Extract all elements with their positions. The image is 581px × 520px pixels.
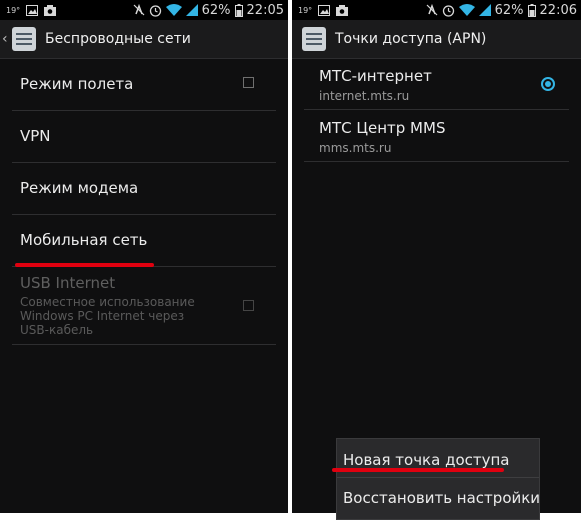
vibrate-mute-icon (133, 4, 145, 16)
temperature-text: 19° (298, 5, 313, 15)
apn-item-mts-mms[interactable]: МТС Центр MMS mms.mts.ru (304, 110, 569, 162)
menu-item-new-apn[interactable]: Новая точка доступа (343, 451, 510, 469)
signal-icon (185, 4, 198, 16)
settings-item-label: USB Internet (20, 274, 116, 292)
apn-selected-radio[interactable] (541, 77, 555, 91)
settings-item-summary: Совместное использование Windows PC Inte… (20, 295, 195, 337)
apn-item-mts-internet[interactable]: МТС-интернет internet.mts.ru (304, 58, 569, 110)
settings-item-vpn[interactable]: VPN (12, 111, 276, 163)
options-menu: Новая точка доступа Восстановить настрой… (336, 438, 540, 520)
settings-item-label: Режим полета (20, 75, 134, 93)
camera-notification-icon (44, 4, 57, 16)
settings-list: Режим полета VPN Режим модема Мобильная … (0, 58, 288, 345)
temperature-text: 19° (6, 5, 21, 15)
highlight-underline (15, 263, 154, 267)
status-bar: 19° 62% 22:05 (0, 0, 288, 20)
settings-item-mobile-network[interactable]: Мобильная сеть (12, 215, 276, 267)
settings-item-label: Мобильная сеть (20, 231, 148, 249)
battery-icon (527, 3, 536, 17)
vibrate-mute-icon (426, 4, 438, 16)
apn-address: mms.mts.ru (319, 141, 392, 155)
wireless-networks-screen: 19° 62% 22:05 ‹ Беспроводные сети Режим … (0, 0, 288, 513)
settings-item-tethering[interactable]: Режим модема (12, 163, 276, 215)
page-title: Беспроводные сети (45, 31, 191, 47)
status-bar: 19° 62% 22:06 (292, 0, 581, 20)
signal-icon (478, 4, 491, 16)
menu-item-reset-defaults[interactable]: Восстановить настройки (343, 489, 540, 507)
action-bar[interactable]: ‹ Беспроводные сети (0, 20, 288, 59)
menu-divider (337, 477, 539, 478)
back-chevron-icon[interactable]: ‹ (2, 31, 10, 47)
settings-item-label: VPN (20, 127, 51, 145)
battery-percent-text: 62% (201, 2, 231, 18)
apn-name: МТС Центр MMS (319, 119, 446, 137)
highlight-underline (332, 468, 504, 472)
battery-percent-text: 62% (494, 2, 524, 18)
settings-app-icon[interactable] (302, 27, 326, 51)
settings-item-airplane-mode[interactable]: Режим полета (12, 58, 276, 111)
alarm-icon (442, 4, 454, 17)
page-title: Точки доступа (APN) (335, 31, 487, 47)
wifi-icon (458, 4, 475, 16)
alarm-icon (149, 4, 161, 17)
apn-screen: 19° 62% 22:06 Точки доступа (APN) МТС-ин… (292, 0, 581, 513)
settings-item-label: Режим модема (20, 179, 139, 197)
apn-name: МТС-интернет (319, 67, 432, 85)
wifi-icon (165, 4, 182, 16)
apn-address: internet.mts.ru (319, 89, 410, 103)
clock-text: 22:05 (246, 2, 284, 18)
camera-notification-icon (336, 4, 349, 16)
airplane-mode-checkbox[interactable] (243, 77, 254, 88)
usb-internet-checkbox (243, 300, 254, 311)
image-notification-icon (26, 4, 39, 16)
settings-app-icon[interactable] (12, 27, 36, 51)
clock-text: 22:06 (539, 2, 577, 18)
battery-icon (234, 3, 243, 17)
apn-list: МТС-интернет internet.mts.ru МТС Центр M… (292, 58, 581, 162)
action-bar[interactable]: Точки доступа (APN) (292, 20, 581, 59)
settings-item-usb-internet: USB Internet Совместное использование Wi… (12, 267, 276, 345)
image-notification-icon (318, 4, 331, 16)
